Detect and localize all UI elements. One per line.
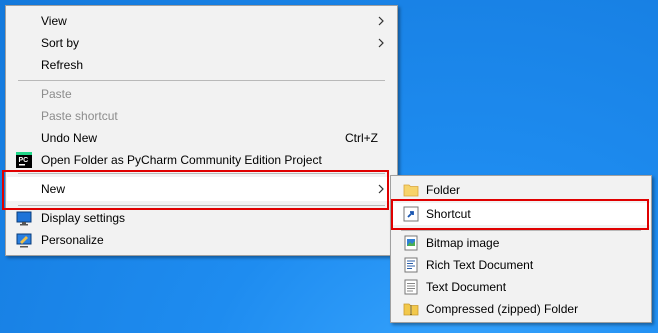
submenu-item-rich-text-document[interactable]: Rich Text Document (392, 254, 650, 276)
submenu-item-text-document[interactable]: Text Document (392, 276, 650, 298)
menu-item-paste-shortcut: Paste shortcut (7, 105, 396, 127)
text-document-icon (403, 279, 419, 295)
folder-icon (403, 182, 419, 198)
submenu-item-folder[interactable]: Folder (392, 179, 650, 201)
menu-separator (401, 230, 641, 231)
submenu-item-compressed-folder[interactable]: Compressed (zipped) Folder (392, 298, 650, 320)
menu-item-undo-new[interactable]: Undo New Ctrl+Z (7, 127, 396, 149)
menu-item-refresh[interactable]: Refresh (7, 54, 396, 76)
annotation-box-shortcut (391, 199, 649, 230)
chevron-right-icon (376, 38, 386, 48)
menu-item-label: View (41, 14, 67, 28)
menu-item-label: Paste shortcut (41, 109, 118, 123)
menu-separator (18, 80, 385, 81)
new-submenu: Folder Shortcut Bitmap image Rich Text D… (390, 175, 652, 323)
display-settings-icon (16, 210, 32, 226)
keyboard-shortcut: Ctrl+Z (345, 131, 378, 145)
annotation-box-new (2, 170, 389, 210)
menu-item-label: Folder (426, 183, 461, 197)
pycharm-icon: PC (16, 152, 32, 168)
menu-item-view[interactable]: View (7, 10, 396, 32)
menu-item-label: Undo New (41, 131, 98, 145)
menu-item-label: Compressed (zipped) Folder (426, 302, 579, 316)
menu-item-label: Text Document (426, 280, 507, 294)
menu-item-label: Open Folder as PyCharm Community Edition… (41, 153, 322, 167)
menu-item-paste: Paste (7, 83, 396, 105)
menu-item-label: Personalize (41, 233, 104, 247)
menu-item-label: Sort by (41, 36, 80, 50)
svg-text:PC: PC (19, 157, 29, 164)
menu-item-label: Rich Text Document (426, 258, 534, 272)
rich-text-icon (403, 257, 419, 273)
desktop-context-menu: View Sort by Refresh Paste Paste shortcu… (5, 5, 398, 256)
menu-item-label: Display settings (41, 211, 126, 225)
menu-item-personalize[interactable]: Personalize (7, 229, 396, 251)
bitmap-icon (403, 235, 419, 251)
zip-folder-icon (403, 301, 419, 317)
menu-item-label: Bitmap image (426, 236, 500, 250)
menu-item-open-pycharm[interactable]: PC Open Folder as PyCharm Community Edit… (7, 149, 396, 171)
submenu-item-bitmap-image[interactable]: Bitmap image (392, 232, 650, 254)
chevron-right-icon (376, 16, 386, 26)
menu-item-sort-by[interactable]: Sort by (7, 32, 396, 54)
personalize-icon (16, 232, 32, 248)
menu-item-label: Refresh (41, 58, 84, 72)
menu-item-display-settings[interactable]: Display settings (7, 207, 396, 229)
menu-item-label: Paste (41, 87, 72, 101)
